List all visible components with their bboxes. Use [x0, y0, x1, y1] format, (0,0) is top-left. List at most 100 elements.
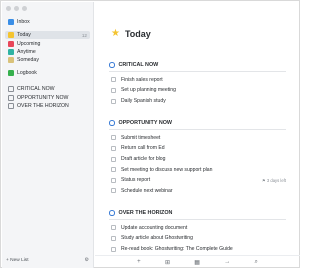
- task-checkbox[interactable]: [111, 177, 116, 183]
- main-content: ★ Today CRITICAL NOW Finish sales report…: [95, 2, 300, 268]
- sidebar-item-label: CRITICAL NOW: [17, 86, 55, 93]
- sidebar-item-today[interactable]: Today 12: [5, 31, 90, 40]
- sidebar-item-over-the-horizon[interactable]: OVER THE HORIZON: [5, 102, 90, 110]
- sidebar-item-label: Logbook: [17, 70, 37, 77]
- task-row[interactable]: Daily Spanish study: [109, 96, 286, 107]
- task-checkbox[interactable]: [111, 156, 116, 162]
- task-row[interactable]: Study article about Ghostwriting: [109, 233, 286, 244]
- sidebar-nav-logbook: Logbook: [5, 69, 90, 77]
- sidebar-item-label: Someday: [17, 57, 39, 64]
- section-opportunity-now: OPPORTUNITY NOW Submit timesheet Return …: [109, 119, 286, 196]
- task-label: Study article about Ghostwriting: [121, 235, 193, 242]
- task-row[interactable]: Draft article for blog: [109, 154, 286, 165]
- section-critical-now: CRITICAL NOW Finish sales report Set up …: [109, 61, 286, 106]
- sidebar-footer: + New List ⚙: [6, 256, 89, 264]
- task-label: Submit timesheet: [121, 134, 161, 141]
- section-heading[interactable]: OPPORTUNITY NOW: [109, 119, 286, 127]
- task-label: Draft article for blog: [121, 156, 166, 163]
- add-heading-icon[interactable]: ⊞: [165, 259, 170, 266]
- task-checkbox[interactable]: [111, 246, 116, 252]
- task-row[interactable]: Set meeting to discuss new support plan: [109, 164, 286, 175]
- task-label: Daily Spanish study: [121, 98, 166, 105]
- bottom-toolbar: + ⊞ ▦ → ⌕: [95, 255, 300, 268]
- task-checkbox[interactable]: [111, 235, 116, 241]
- calendar-icon: [8, 40, 14, 47]
- task-row[interactable]: Finish sales report: [109, 75, 286, 86]
- inbox-icon: [8, 19, 14, 26]
- star-icon: ★: [111, 28, 120, 39]
- project-circle-icon: [109, 62, 115, 68]
- sidebar-item-anytime[interactable]: Anytime: [5, 48, 90, 56]
- today-count-badge: 12: [81, 32, 87, 38]
- task-label: Set meeting to discuss new support plan: [121, 166, 213, 173]
- task-label: Return call from Ed: [121, 145, 165, 152]
- section-title: CRITICAL NOW: [118, 62, 159, 68]
- section-title: OVER THE HORIZON: [118, 210, 173, 216]
- task-label: Schedule next webinar: [121, 187, 173, 194]
- task-checkbox[interactable]: [111, 98, 116, 104]
- task-checkbox[interactable]: [111, 77, 116, 83]
- close-window-button[interactable]: [6, 6, 11, 11]
- search-icon[interactable]: ⌕: [254, 259, 257, 266]
- task-checkbox[interactable]: [111, 188, 116, 194]
- sidebar-item-someday[interactable]: Someday: [5, 56, 90, 64]
- divider: [109, 71, 286, 72]
- settings-icon[interactable]: ⚙: [85, 257, 89, 263]
- project-circle-icon: [8, 94, 14, 101]
- app-window: Inbox Today 12 Upcoming Anytime Someday: [0, 0, 300, 268]
- layers-icon: [8, 48, 14, 55]
- sidebar-item-label: Today: [17, 32, 31, 39]
- task-label: Update accounting document: [121, 224, 188, 231]
- divider: [109, 129, 286, 130]
- add-task-icon[interactable]: +: [137, 259, 141, 265]
- section-title: OPPORTUNITY NOW: [118, 120, 173, 126]
- task-checkbox[interactable]: [111, 225, 116, 231]
- sidebar-nav-inbox: Inbox: [5, 18, 90, 26]
- minimize-window-button[interactable]: [14, 6, 19, 11]
- task-row[interactable]: Re-read book: Ghostwriting: The Complete…: [109, 244, 286, 255]
- divider: [109, 219, 286, 220]
- project-circle-icon: [8, 102, 14, 109]
- sidebar-item-label: Upcoming: [17, 40, 41, 47]
- sidebar-item-label: Anytime: [17, 48, 36, 55]
- task-label: Finish sales report: [121, 76, 163, 83]
- task-label: Set up planning meeting: [121, 87, 176, 94]
- task-checkbox[interactable]: [111, 167, 116, 173]
- checkbook-icon: [8, 70, 14, 77]
- section-over-the-horizon: OVER THE HORIZON Update accounting docum…: [109, 209, 286, 254]
- sidebar: Inbox Today 12 Upcoming Anytime Someday: [2, 2, 94, 268]
- sidebar-item-upcoming[interactable]: Upcoming: [5, 39, 90, 47]
- task-row[interactable]: Status report ⚑ 3 days left: [109, 175, 286, 186]
- project-circle-icon: [8, 86, 14, 93]
- task-row[interactable]: Schedule next webinar: [109, 186, 286, 197]
- project-circle-icon: [109, 210, 115, 216]
- box-icon: [8, 57, 14, 64]
- task-row[interactable]: Update accounting document: [109, 223, 286, 234]
- page-header: ★ Today: [111, 28, 151, 40]
- sidebar-item-label: OVER THE HORIZON: [17, 102, 69, 109]
- calendar-icon[interactable]: ▦: [194, 259, 200, 266]
- sidebar-item-label: Inbox: [17, 19, 30, 26]
- deadline-text: 3 days left: [266, 177, 286, 183]
- section-heading[interactable]: OVER THE HORIZON: [109, 209, 286, 217]
- sidebar-item-critical-now[interactable]: CRITICAL NOW: [5, 85, 90, 93]
- move-icon[interactable]: →: [224, 259, 230, 265]
- task-checkbox[interactable]: [111, 145, 116, 151]
- zoom-window-button[interactable]: [22, 6, 27, 11]
- section-heading[interactable]: CRITICAL NOW: [109, 61, 286, 69]
- task-checkbox[interactable]: [111, 87, 116, 93]
- task-checkbox[interactable]: [111, 135, 116, 141]
- task-label: Status report: [121, 177, 151, 184]
- sidebar-projects: CRITICAL NOW OPPORTUNITY NOW OVER THE HO…: [5, 85, 90, 110]
- sidebar-item-logbook[interactable]: Logbook: [5, 69, 90, 77]
- task-row[interactable]: Set up planning meeting: [109, 85, 286, 96]
- sidebar-item-label: OPPORTUNITY NOW: [17, 94, 69, 101]
- sidebar-item-inbox[interactable]: Inbox: [5, 18, 90, 26]
- task-row[interactable]: Submit timesheet: [109, 133, 286, 144]
- window-controls: [6, 6, 27, 11]
- task-row[interactable]: Return call from Ed: [109, 143, 286, 154]
- new-list-button[interactable]: + New List: [6, 258, 29, 263]
- star-icon: [8, 32, 14, 39]
- deadline-flag: ⚑ 3 days left: [261, 177, 286, 183]
- sidebar-item-opportunity-now[interactable]: OPPORTUNITY NOW: [5, 93, 90, 101]
